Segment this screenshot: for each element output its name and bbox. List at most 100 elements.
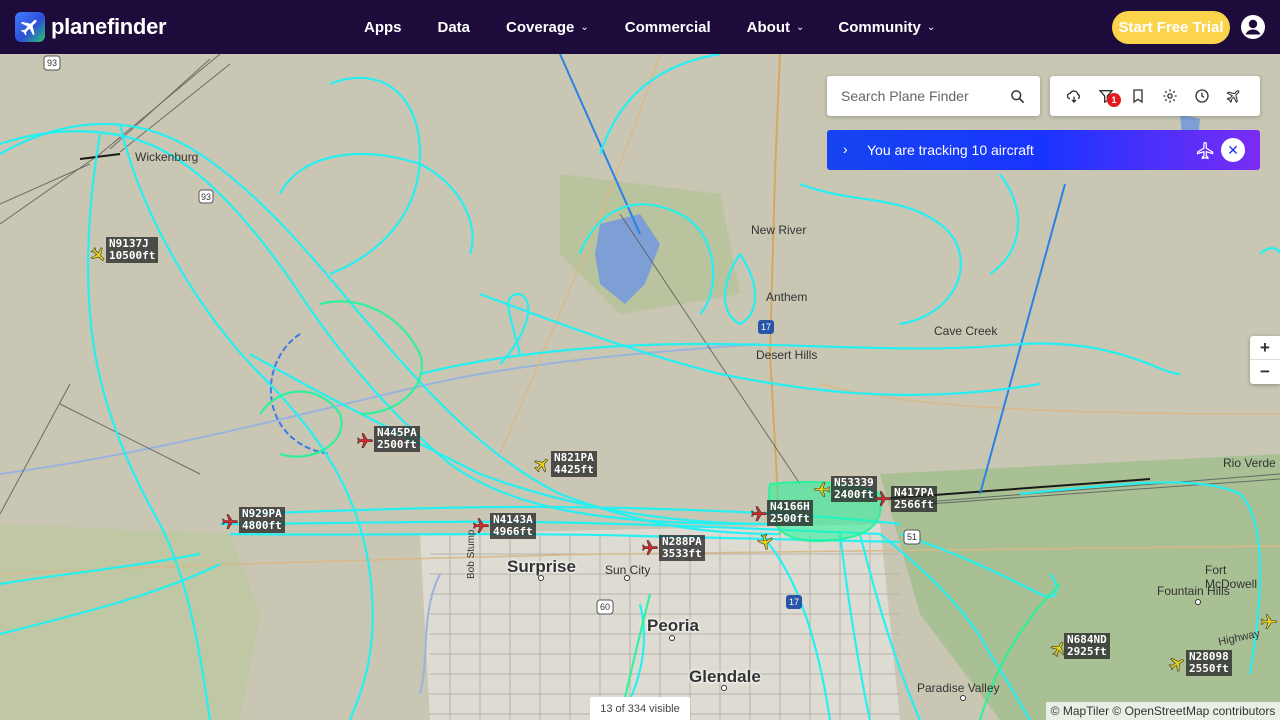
aircraft-label-n821pa[interactable]: N821PA 4425ft: [551, 451, 597, 477]
aircraft-icon-n4166h[interactable]: [750, 505, 768, 523]
road-shield-17b: 17: [786, 595, 802, 609]
road-shield-93b: 93: [198, 189, 214, 204]
start-free-trial-button[interactable]: Start Free Trial: [1112, 11, 1230, 44]
chevron-down-icon: ⌄: [795, 21, 805, 33]
nav-apps[interactable]: Apps: [364, 19, 402, 36]
aircraft-altitude: 4800ft: [242, 519, 282, 532]
search-box: [827, 76, 1040, 116]
aircraft-icon-n9137j[interactable]: [89, 246, 107, 264]
user-account-icon[interactable]: [1241, 15, 1265, 39]
zoom-out-button[interactable]: −: [1250, 360, 1280, 384]
nav-apps-label: Apps: [364, 18, 402, 36]
road-shield-17: 17: [758, 320, 774, 334]
nav-community[interactable]: Community ⌄: [838, 19, 935, 36]
svg-text:60: 60: [600, 602, 610, 612]
svg-text:93: 93: [47, 58, 57, 68]
city-dot-peoria: [669, 635, 675, 641]
playback-button[interactable]: [1218, 76, 1250, 116]
main-nav: Apps Data Coverage ⌄ Commercial About ⌄ …: [364, 0, 935, 54]
place-surprise: Surprise: [507, 557, 576, 576]
close-icon: ✕: [1227, 141, 1239, 158]
svg-text:17: 17: [789, 597, 799, 607]
aircraft-label-n4166h[interactable]: N4166H 2500ft: [767, 500, 813, 526]
aircraft-icon-n417pa[interactable]: [874, 490, 892, 508]
bookmark-button[interactable]: [1122, 76, 1154, 116]
aircraft-altitude: 2550ft: [1189, 662, 1229, 675]
aircraft-altitude: 2500ft: [770, 512, 810, 525]
close-tracking-button[interactable]: ✕: [1221, 138, 1245, 162]
svg-text:93: 93: [201, 192, 211, 202]
road-shield-93: 93: [43, 55, 61, 71]
place-rio-verde: Rio Verde: [1223, 456, 1276, 470]
filter-count-badge: 1: [1107, 93, 1121, 107]
aircraft-altitude: 4425ft: [554, 463, 594, 476]
aircraft-label-n929pa[interactable]: N929PA 4800ft: [239, 507, 285, 533]
place-fort-mcdowell: Fort McDowell: [1205, 563, 1258, 591]
aircraft-icon-unlabeled[interactable]: [756, 533, 774, 551]
nav-community-label: Community: [838, 18, 921, 36]
nav-about[interactable]: About ⌄: [747, 19, 805, 36]
plane-logo-icon: [15, 12, 45, 42]
aircraft-altitude: 2925ft: [1067, 645, 1107, 658]
nav-coverage-label: Coverage: [506, 18, 575, 36]
history-icon: [1195, 89, 1209, 103]
place-paradise-valley: Paradise Valley: [917, 681, 1000, 695]
place-anthem: Anthem: [766, 290, 808, 304]
place-peoria: Peoria: [647, 616, 699, 635]
settings-button[interactable]: [1154, 76, 1186, 116]
aircraft-label-n4143a[interactable]: N4143A 4966ft: [490, 513, 536, 539]
aircraft-altitude: 2566ft: [894, 498, 934, 511]
aircraft-icon-n821pa[interactable]: [533, 456, 551, 474]
map-toolbar: 1: [1050, 76, 1260, 116]
nav-commercial[interactable]: Commercial: [625, 19, 711, 36]
aircraft-label-n9137j[interactable]: N9137J 10500ft: [106, 237, 159, 263]
nav-data-label: Data: [437, 18, 471, 36]
aircraft-label-n417pa[interactable]: N417PA 2566ft: [891, 486, 937, 512]
place-cave-creek: Cave Creek: [934, 324, 998, 338]
aircraft-altitude: 2400ft: [834, 488, 874, 501]
nav-commercial-label: Commercial: [624, 18, 711, 36]
place-new-river: New River: [751, 223, 807, 237]
planefinder-logo[interactable]: planefinder: [15, 12, 167, 42]
map-attribution[interactable]: © MapTiler © OpenStreetMap contributors: [1046, 702, 1280, 720]
aircraft-icon-n288pa[interactable]: [641, 539, 659, 557]
aircraft-label-n28098[interactable]: N28098 2550ft: [1186, 650, 1232, 676]
city-dot-surprise: [538, 575, 544, 581]
search-input[interactable]: [841, 86, 1001, 106]
filter-button[interactable]: 1: [1090, 76, 1122, 116]
aircraft-label-n53339[interactable]: N53339 2400ft: [831, 476, 877, 502]
top-navbar: planefinder Apps Data Coverage ⌄ Commerc…: [0, 0, 1280, 54]
aircraft-icon-n929pa[interactable]: [221, 513, 239, 531]
place-glendale: Glendale: [689, 667, 761, 686]
aircraft-icon-n28098[interactable]: [1168, 655, 1186, 673]
weather-icon: [1066, 90, 1081, 103]
place-wickenburg: Wickenburg: [135, 150, 199, 164]
weather-button[interactable]: [1058, 76, 1090, 116]
aircraft-icon-edge[interactable]: [1260, 613, 1278, 631]
svg-text:51: 51: [907, 532, 917, 542]
settings-icon: [1163, 89, 1177, 103]
search-icon[interactable]: [1010, 89, 1025, 104]
tracking-banner[interactable]: › You are tracking 10 aircraft ✕: [827, 130, 1260, 170]
aircraft-label-n288pa[interactable]: N288PA 3533ft: [659, 535, 705, 561]
aircraft-altitude: 4966ft: [493, 525, 533, 538]
city-dot-glendale: [721, 685, 727, 691]
chevron-right-icon[interactable]: ›: [843, 141, 848, 157]
nav-data[interactable]: Data: [438, 19, 471, 36]
chevron-down-icon: ⌄: [926, 21, 936, 33]
aircraft-altitude: 10500ft: [109, 249, 156, 262]
aircraft-altitude: 3533ft: [662, 547, 702, 560]
place-bob-stump: Bob Stump: [466, 529, 477, 579]
bookmark-icon: [1133, 89, 1143, 104]
aircraft-icon-n445pa[interactable]: [356, 432, 374, 450]
visible-aircraft-count: 13 of 334 visible: [590, 697, 690, 720]
zoom-in-button[interactable]: +: [1250, 336, 1280, 360]
aircraft-label-n684nd[interactable]: N684ND 2925ft: [1064, 633, 1110, 659]
aircraft-icon-n4143a[interactable]: [472, 517, 490, 535]
history-button[interactable]: [1186, 76, 1218, 116]
aircraft-altitude: 2500ft: [377, 438, 417, 451]
playback-icon: [1226, 90, 1240, 104]
aircraft-icon-n53339[interactable]: [813, 480, 831, 498]
nav-coverage[interactable]: Coverage ⌄: [506, 19, 589, 36]
aircraft-label-n445pa[interactable]: N445PA 2500ft: [374, 426, 420, 452]
